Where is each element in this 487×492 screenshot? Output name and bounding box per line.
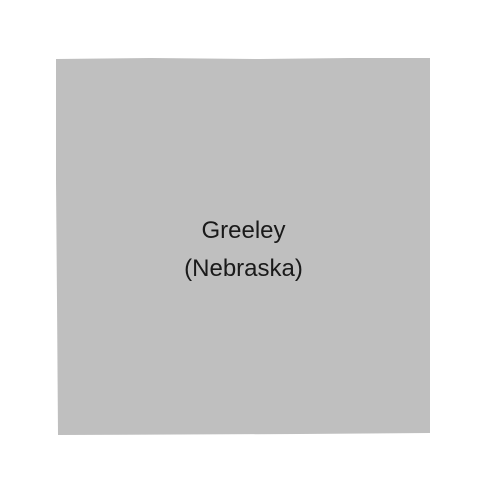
county-map: Greeley (Nebraska) (0, 0, 487, 492)
state-name-label: (Nebraska) (184, 255, 303, 282)
county-name-label: Greeley (201, 217, 286, 244)
